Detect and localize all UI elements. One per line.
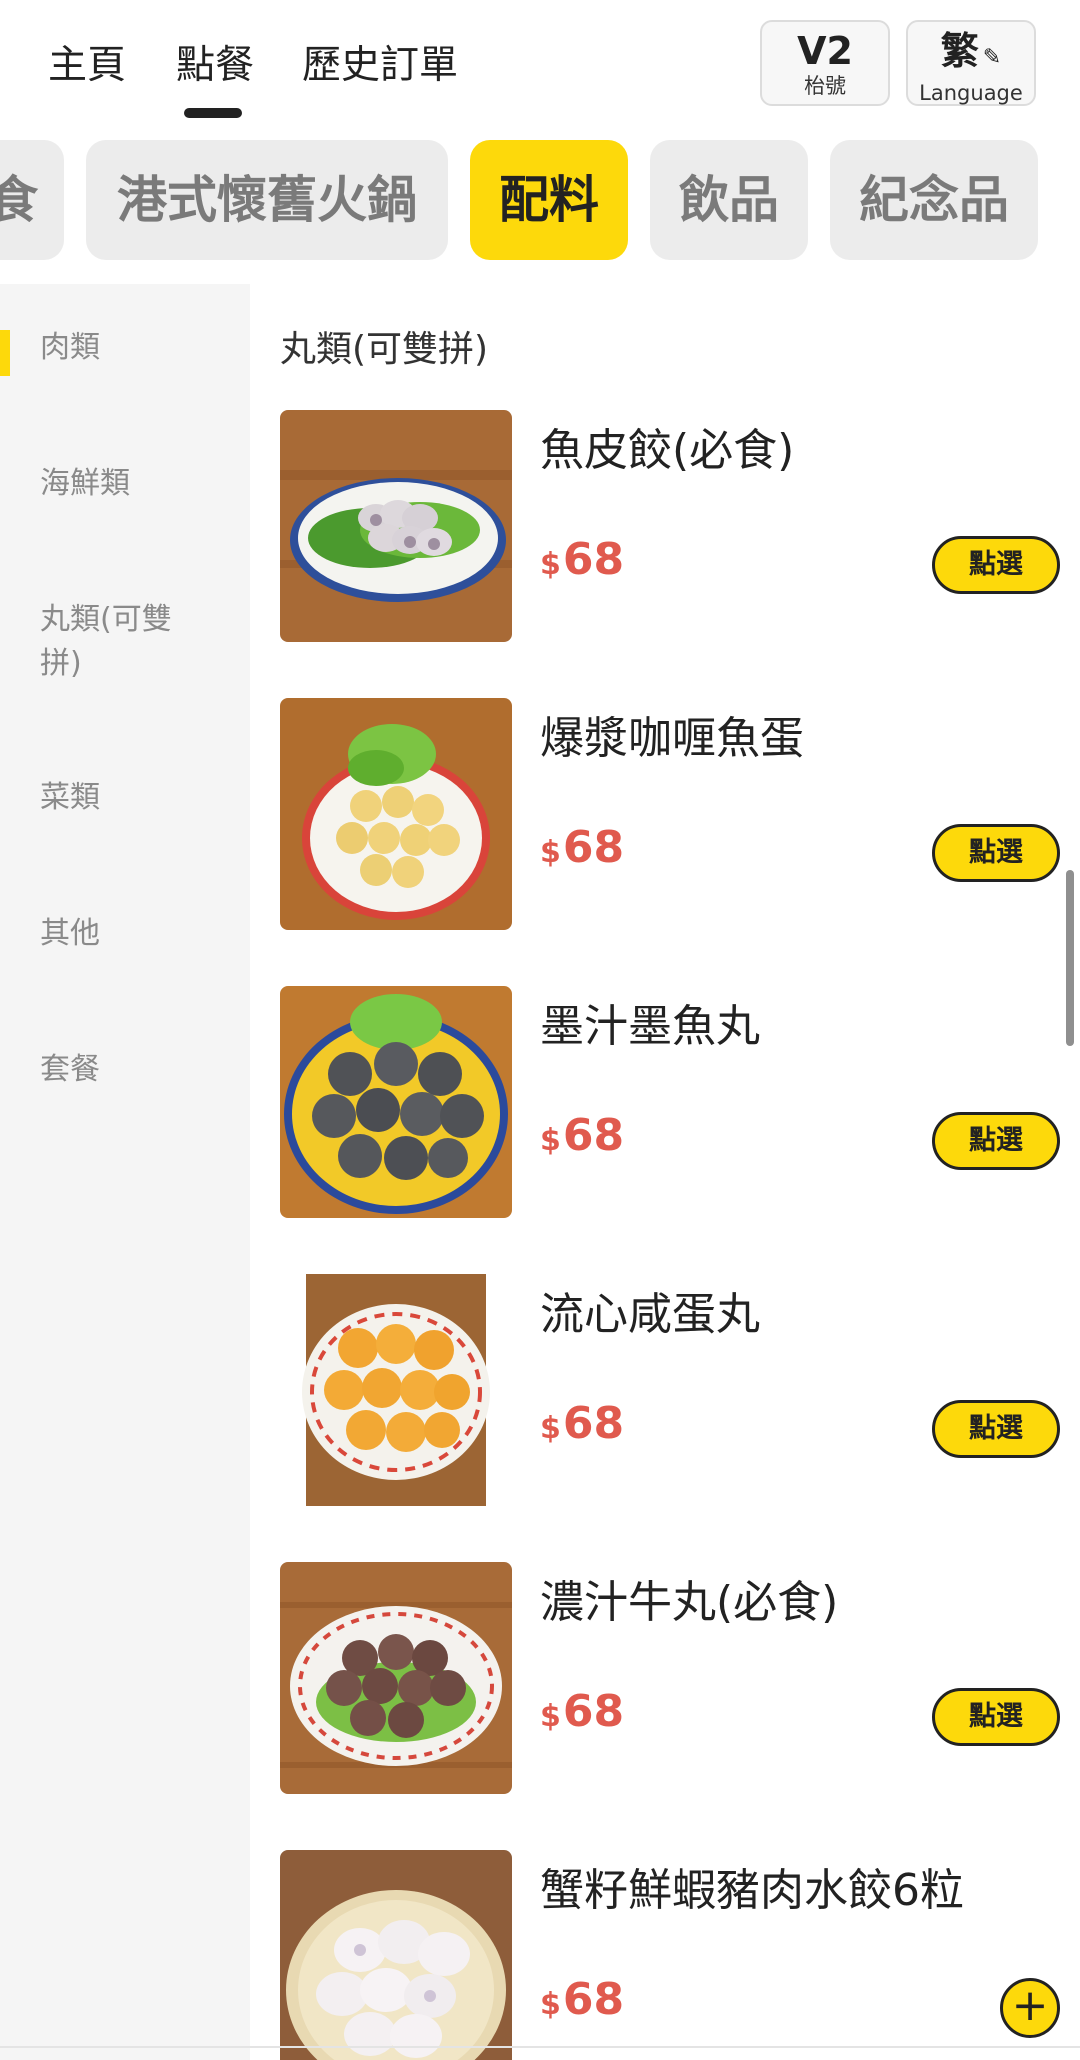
item-price: $68 <box>540 534 624 585</box>
item-price: $68 <box>540 1398 624 1449</box>
table-number: V2 <box>797 29 853 73</box>
item-name: 爆漿咖喱魚蛋 <box>540 713 804 764</box>
food-image <box>280 1850 512 2060</box>
item-price: $68 <box>540 822 624 873</box>
tab-order-history[interactable]: 歷史訂單 <box>302 34 458 90</box>
select-button[interactable]: 點選 <box>932 1112 1060 1170</box>
category-tab[interactable]: 飲品 <box>650 140 808 260</box>
divider <box>0 2046 1080 2048</box>
currency-symbol: $ <box>540 547 561 582</box>
price-value: 68 <box>562 1974 625 2025</box>
currency-symbol: $ <box>540 1699 561 1734</box>
select-button[interactable]: 點選 <box>932 1400 1060 1458</box>
sidebar-item-seafood[interactable]: 海鮮類 <box>40 462 220 506</box>
currency-symbol: $ <box>540 835 561 870</box>
menu-item: 墨汁墨魚丸 $68 點選 <box>280 986 1060 1218</box>
language-button[interactable]: 繁 ✎ Language <box>906 20 1036 106</box>
table-number-label: 枱號 <box>804 74 846 98</box>
top-navigation: 主頁 點餐 歷史訂單 V2 枱號 繁 ✎ Language <box>0 0 1080 130</box>
sidebar-item-vegetables[interactable]: 菜類 <box>40 776 220 820</box>
price-value: 68 <box>562 822 625 873</box>
menu-list: 丸類(可雙拼) 魚皮餃(必食) $68 點選 爆漿咖喱魚蛋 $68 點選 墨汁墨… <box>250 284 1080 2060</box>
sidebar-item-set-meal[interactable]: 套餐 <box>40 1048 220 1092</box>
menu-item: 蟹籽鮮蝦豬肉水餃6粒 $68 + <box>280 1850 1060 2060</box>
active-tab-indicator <box>184 108 242 118</box>
price-value: 68 <box>562 1110 625 1161</box>
category-tab[interactable]: 港式懷舊火鍋 <box>86 140 448 260</box>
tab-order[interactable]: 點餐 <box>176 34 254 90</box>
scrollbar[interactable] <box>1066 870 1074 1046</box>
price-value: 68 <box>562 534 625 585</box>
currency-symbol: $ <box>540 1411 561 1446</box>
sidebar-active-indicator <box>0 330 10 376</box>
currency-symbol: $ <box>540 1123 561 1158</box>
item-name: 濃汁牛丸(必食) <box>540 1577 839 1628</box>
category-tab-active[interactable]: 配料 <box>470 140 628 260</box>
select-button[interactable]: 點選 <box>932 1688 1060 1746</box>
pencil-icon: ✎ <box>982 45 1002 70</box>
language-label: Language <box>919 81 1023 105</box>
language-current: 繁 ✎ <box>908 28 1034 81</box>
table-number-button[interactable]: V2 枱號 <box>760 20 890 106</box>
food-image <box>280 410 512 642</box>
price-value: 68 <box>562 1686 625 1737</box>
category-tab[interactable]: 食 <box>0 140 64 260</box>
item-price: $68 <box>540 1974 624 2025</box>
sidebar-item-others[interactable]: 其他 <box>40 912 220 956</box>
category-bar: 食 港式懷舊火鍋 配料 飲品 紀念品 <box>0 140 1080 262</box>
language-value: 繁 <box>940 29 979 73</box>
tab-home[interactable]: 主頁 <box>48 34 126 90</box>
menu-item: 魚皮餃(必食) $68 點選 <box>280 410 1060 642</box>
item-name: 蟹籽鮮蝦豬肉水餃6粒 <box>540 1865 964 1916</box>
item-price: $68 <box>540 1686 624 1737</box>
item-name: 墨汁墨魚丸 <box>540 1001 760 1052</box>
select-button[interactable]: 點選 <box>932 536 1060 594</box>
sidebar-item-balls[interactable]: 丸類(可雙拼) <box>40 598 210 686</box>
currency-symbol: $ <box>540 1987 561 2022</box>
section-title: 丸類(可雙拼) <box>280 329 489 370</box>
add-button[interactable]: + <box>1000 1978 1060 2038</box>
menu-item: 濃汁牛丸(必食) $68 點選 <box>280 1562 1060 1794</box>
item-price: $68 <box>540 1110 624 1161</box>
select-button[interactable]: 點選 <box>932 824 1060 882</box>
item-name: 魚皮餃(必食) <box>540 425 795 476</box>
food-image <box>280 698 512 930</box>
food-image <box>280 986 512 1218</box>
price-value: 68 <box>562 1398 625 1449</box>
sidebar-item-meat[interactable]: 肉類 <box>40 326 220 370</box>
item-name: 流心咸蛋丸 <box>540 1289 760 1340</box>
sidebar: 肉類 海鮮類 丸類(可雙拼) 菜類 其他 套餐 <box>0 284 250 2060</box>
food-image <box>280 1274 512 1506</box>
menu-item: 流心咸蛋丸 $68 點選 <box>280 1274 1060 1506</box>
food-image <box>280 1562 512 1794</box>
category-tab[interactable]: 紀念品 <box>830 140 1038 260</box>
menu-item: 爆漿咖喱魚蛋 $68 點選 <box>280 698 1060 930</box>
